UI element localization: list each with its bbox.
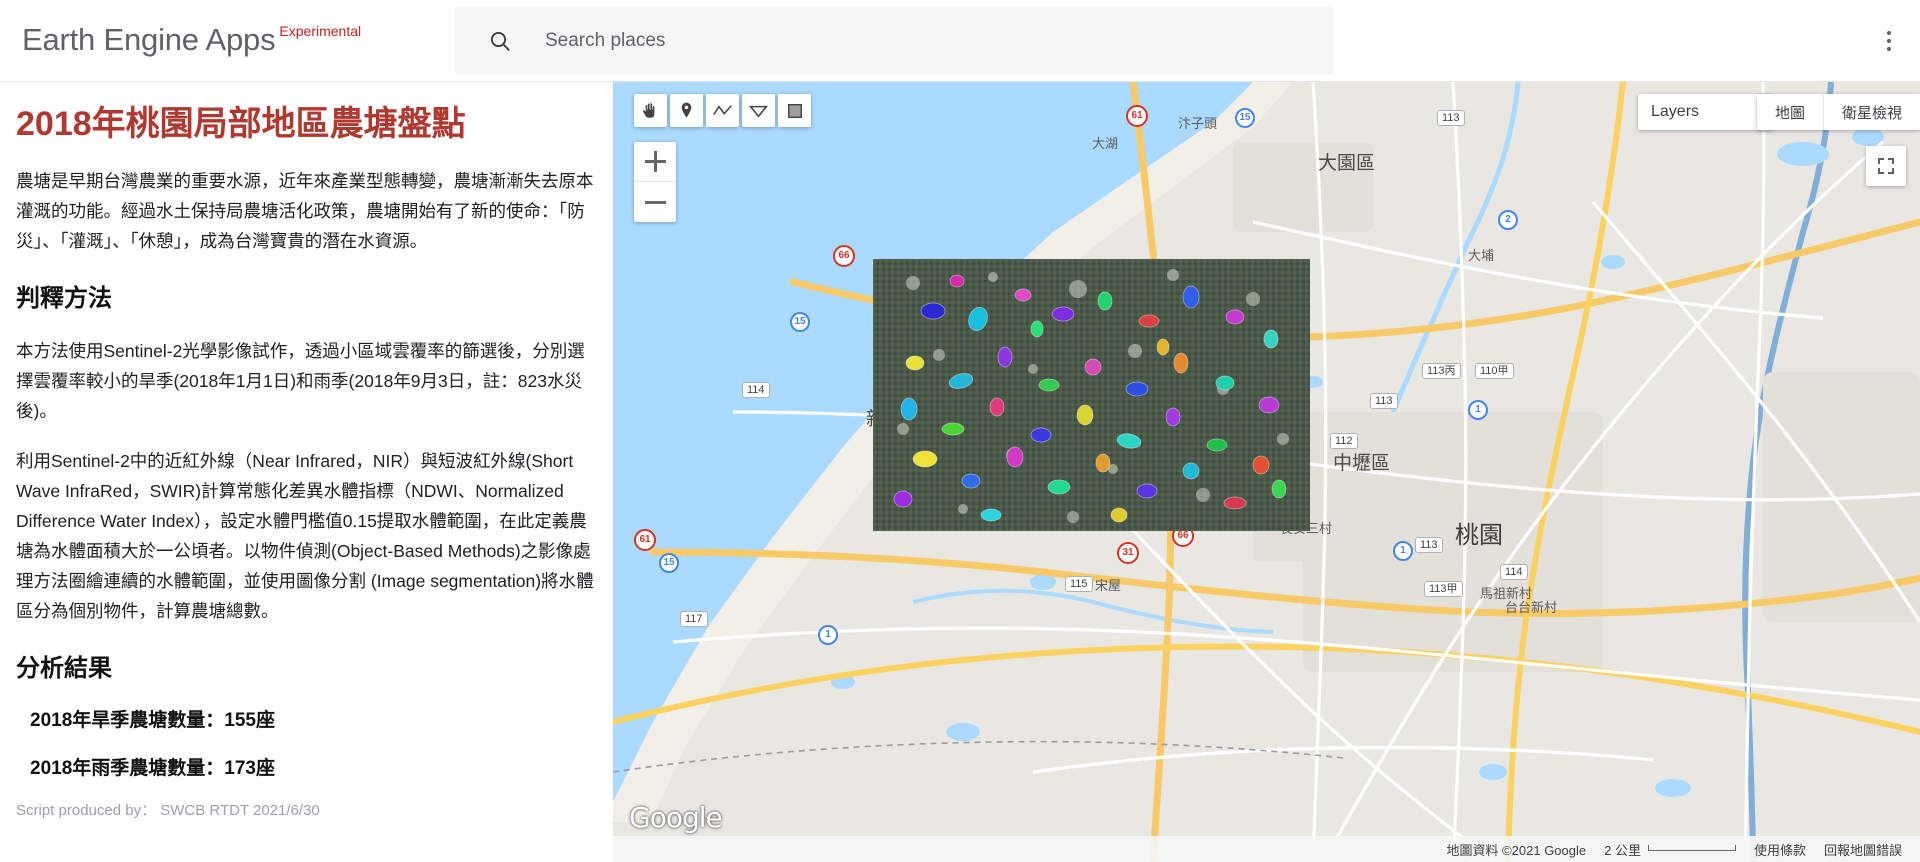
map-route-shield: 61 [634, 529, 656, 551]
rectangle-tool[interactable] [778, 94, 811, 127]
pan-hand-tool[interactable] [634, 94, 667, 127]
map-attribution-bar: 地圖資料 ©2021 Google 2 公里 使用條款 回報地圖錯誤 [613, 836, 1920, 862]
map-route-shield: 31 [1117, 542, 1139, 564]
map-route-shield: 1 [1393, 541, 1413, 561]
polygon-tool[interactable] [742, 94, 775, 127]
map-route-shield: 113 [1437, 110, 1465, 126]
page-title: 2018年桃園局部地區農塘盤點 [16, 105, 466, 143]
result-wet-season: 2018年雨季農塘數量：173座 [30, 758, 275, 779]
line-tool[interactable] [706, 94, 739, 127]
map-type-satellite[interactable]: 衛星檢視 [1822, 94, 1920, 130]
results-heading: 分析結果 [16, 655, 112, 682]
google-logo: Google [629, 801, 723, 834]
fullscreen-icon[interactable] [1866, 146, 1906, 186]
map-route-shield: 117 [680, 611, 708, 627]
map-route-shield: 113 [1415, 537, 1443, 553]
map-route-shield: 114 [1500, 564, 1528, 580]
map-route-shield: 110甲 [1475, 363, 1514, 379]
script-credit: Script produced by： SWCB RTDT 2021/6/30 [16, 802, 320, 819]
map-route-shield: 2 [1498, 210, 1518, 230]
method-paragraph-1: 本方法使用Sentinel-2光學影像試作，透過小區域雲覆率的篩選後，分別選擇雲… [16, 341, 585, 421]
method-heading: 判釋方法 [16, 285, 112, 312]
layers-label: Layers [1651, 103, 1700, 120]
result-dry-season: 2018年旱季農塘數量：155座 [30, 710, 275, 731]
report-error-link[interactable]: 回報地圖錯誤 [1824, 840, 1902, 859]
map-route-shield: 113丙 [1422, 363, 1461, 379]
map-route-shield: 15 [790, 312, 810, 332]
map-viewport[interactable]: 汴子頭大湖大園區大埔新屋草漯中壢區長安三村桃園宋屋馬祖新村台台新村 611511… [613, 82, 1920, 862]
map-type-control[interactable]: 地圖 衛星檢視 [1756, 94, 1920, 130]
experimental-badge: Experimental [279, 22, 362, 39]
map-route-shield: 1 [818, 625, 838, 645]
method-paragraph-2: 利用Sentinel-2中的近紅外線（Near Infrared，NIR）與短波… [16, 451, 594, 621]
point-marker-tool[interactable] [670, 94, 703, 127]
search-bar[interactable] [455, 7, 1333, 75]
search-icon [455, 29, 545, 53]
map-route-shield: 115 [1065, 576, 1093, 592]
zoom-out-button[interactable] [634, 182, 676, 222]
info-panel: 2018年桃園局部地區農塘盤點 農塘是早期台灣農業的重要水源，近年來產業型態轉變… [0, 82, 613, 862]
map-scale-label: 2 公里 [1604, 842, 1641, 858]
brand: Earth Engine Apps Experimental [22, 0, 361, 82]
app-header: Earth Engine Apps Experimental [0, 0, 1920, 82]
intro-paragraph: 農塘是早期台灣農業的重要水源，近年來產業型態轉變，農塘漸漸失去原本灌溉的功能。經… [16, 171, 594, 251]
zoom-in-button[interactable] [634, 142, 676, 182]
scale-bar-line [1647, 845, 1736, 851]
drawing-toolbar[interactable] [634, 94, 811, 127]
map-route-shield: 113 [1370, 393, 1398, 409]
earth-engine-raster-overlay [873, 259, 1310, 531]
map-scale-bar: 2 公里 [1604, 840, 1736, 859]
search-input[interactable] [545, 30, 1333, 52]
map-route-shield: 1 [1468, 400, 1488, 420]
map-route-shield: 112 [1330, 433, 1358, 449]
map-route-shield: 15 [1235, 108, 1255, 128]
kebab-menu-icon[interactable] [1872, 24, 1906, 58]
brand-title: Earth Engine Apps [22, 21, 276, 57]
map-data-attribution: 地圖資料 ©2021 Google [1446, 842, 1587, 858]
map-route-shield: 114 [742, 382, 770, 398]
zoom-control[interactable] [634, 142, 676, 222]
map-route-shield: 61 [1126, 105, 1148, 127]
layers-selector[interactable]: Layers [1638, 94, 1772, 130]
map-type-roadmap[interactable]: 地圖 [1757, 94, 1823, 130]
map-route-shield: 15 [659, 553, 679, 573]
map-route-shield: 66 [833, 245, 855, 267]
map-route-shield: 113甲 [1424, 581, 1463, 597]
terms-link[interactable]: 使用條款 [1754, 840, 1806, 859]
